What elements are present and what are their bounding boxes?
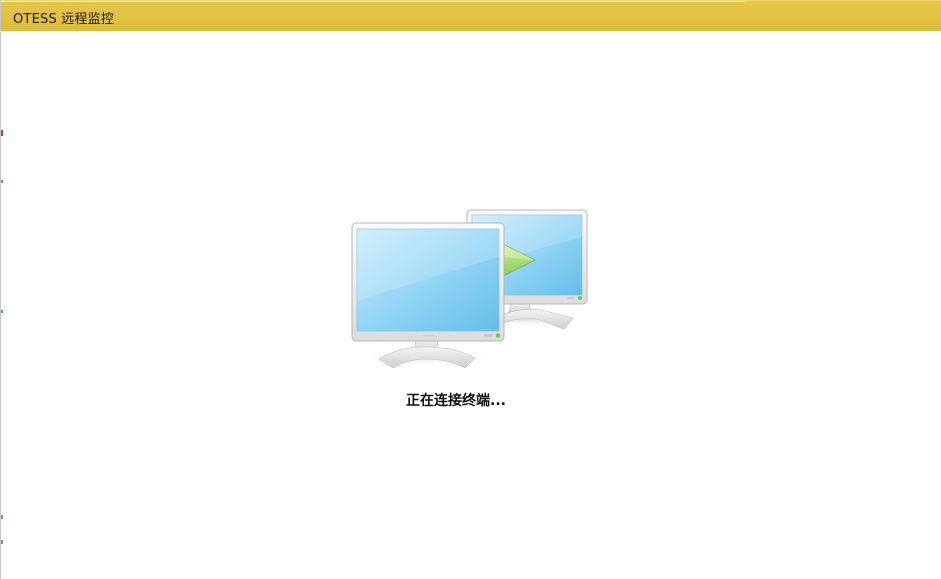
left-edge-marks	[1, 130, 3, 544]
title-bar-highlight	[1, 1, 746, 2]
two-monitors-connecting-icon	[351, 209, 588, 369]
connecting-status-text: 正在连接终端...	[406, 393, 506, 409]
title-bar: OTESS 远程监控	[1, 0, 941, 31]
window-title: OTESS 远程监控	[13, 12, 115, 27]
remote-monitor-window: OTESS 远程监控 正在连接终端...	[0, 0, 941, 579]
front-monitor	[351, 222, 505, 369]
